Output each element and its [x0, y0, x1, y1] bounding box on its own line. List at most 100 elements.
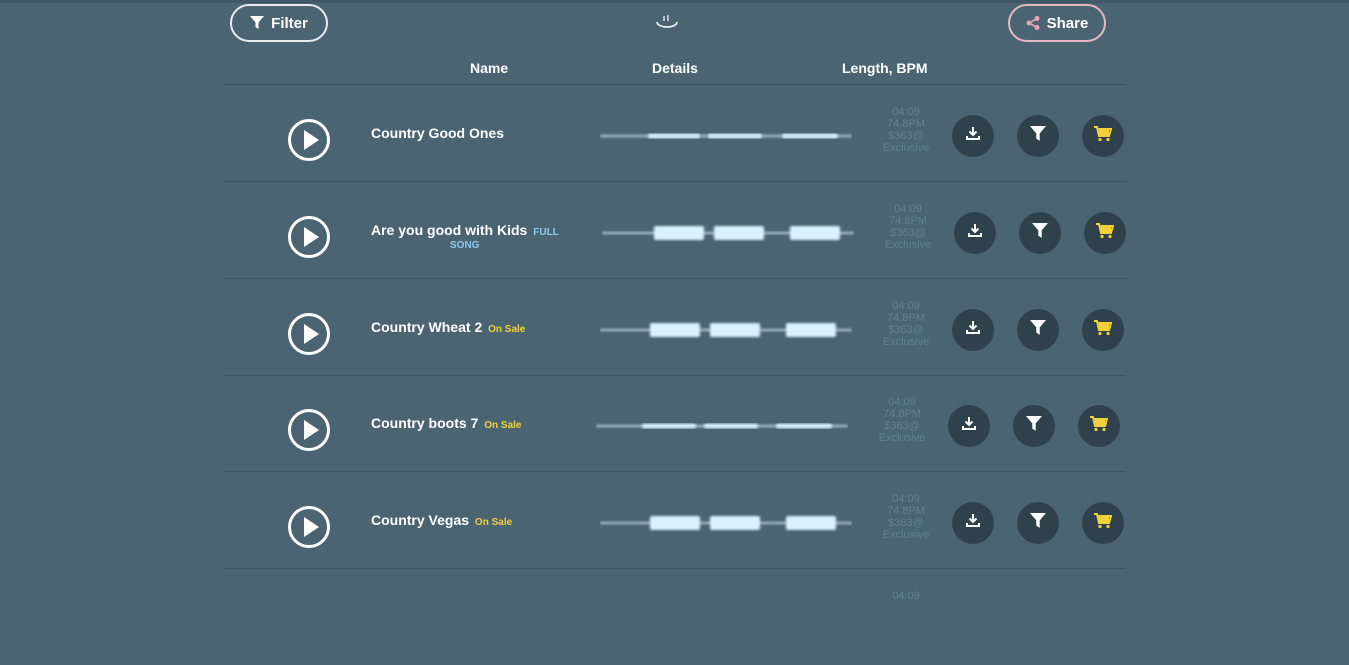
- track-title[interactable]: Country Vegas On Sale: [371, 512, 512, 528]
- track-tag: On Sale: [488, 324, 526, 335]
- track-meta: 04:09 74.8PM $363@ Exclusive: [870, 300, 942, 348]
- track-row: Country Good Ones 04:09 74.8PM $363@ Exclusi…: [224, 85, 1126, 181]
- filter-icon: [1030, 125, 1046, 147]
- column-header-details: Details: [652, 60, 698, 76]
- add-to-cart-button[interactable]: [1082, 502, 1124, 544]
- track-row: Country Wheat 2 On Sale 04:09 74.8PM $363@ E…: [224, 279, 1126, 375]
- track-length: 04:09: [892, 300, 920, 312]
- track-title-text: Are you good with Kids: [371, 222, 528, 238]
- filter-icon: [1032, 222, 1048, 244]
- play-button[interactable]: [288, 119, 330, 161]
- download-icon: [965, 320, 981, 341]
- filter-similar-button[interactable]: [1017, 309, 1059, 351]
- column-header-length-bpm: Length, BPM: [842, 60, 928, 76]
- track-title[interactable]: Country boots 7 On Sale: [371, 415, 521, 431]
- play-icon: [304, 420, 319, 440]
- track-title-text: Country Vegas: [371, 512, 470, 528]
- filter-icon: [250, 16, 265, 29]
- track-title[interactable]: Country Wheat 2 On Sale: [371, 319, 525, 335]
- top-border: [0, 0, 1349, 3]
- filter-icon: [1026, 415, 1042, 437]
- track-meta: 04:09: [870, 590, 942, 602]
- filter-similar-button[interactable]: [1017, 115, 1059, 157]
- track-meta: 04:09 74.8PM $363@ Exclusive: [870, 493, 942, 541]
- track-title-text: Country Good Ones: [371, 125, 504, 141]
- cart-icon: [1094, 512, 1113, 534]
- track-bpm: 74.8PM: [883, 408, 921, 420]
- download-icon: [967, 223, 983, 244]
- track-license: Exclusive: [884, 239, 932, 251]
- waveform[interactable]: [596, 413, 848, 439]
- download-button[interactable]: [948, 405, 990, 447]
- track-row: Country boots 7 On Sale 04:09 74.8PM $363@ E…: [224, 375, 1126, 471]
- filter-button[interactable]: Filter: [230, 4, 328, 42]
- track-length: 04:09: [894, 203, 922, 215]
- track-title[interactable]: Are you good with Kids FULL: [371, 222, 559, 238]
- track-bpm: 74.8PM: [889, 215, 927, 227]
- play-icon: [304, 130, 319, 150]
- play-icon: [304, 324, 319, 344]
- track-length: 04:09: [892, 106, 920, 118]
- play-icon: [304, 517, 319, 537]
- track-title-text: Country boots 7: [371, 415, 479, 431]
- share-button[interactable]: Share: [1008, 4, 1106, 42]
- cart-icon: [1094, 319, 1113, 341]
- add-to-cart-button[interactable]: [1082, 115, 1124, 157]
- column-header-name: Name: [470, 60, 509, 76]
- download-button[interactable]: [952, 115, 994, 157]
- play-button[interactable]: [288, 216, 330, 258]
- add-to-cart-button[interactable]: [1078, 405, 1120, 447]
- track-tag-line2: SONG: [450, 240, 480, 251]
- track-meta: 04:09 74.8PM $363@ Exclusive: [866, 396, 938, 444]
- download-icon: [961, 416, 977, 437]
- download-button[interactable]: [952, 309, 994, 351]
- track-row: 04:09: [224, 569, 1126, 665]
- share-button-label: Share: [1046, 14, 1089, 32]
- track-license: Exclusive: [882, 142, 930, 154]
- track-length: 04:09: [892, 590, 920, 602]
- filter-button-label: Filter: [271, 14, 308, 32]
- track-tag: On Sale: [484, 420, 522, 431]
- cart-icon: [1090, 415, 1109, 437]
- track-title[interactable]: Country Good Ones: [371, 125, 504, 141]
- cart-icon: [1096, 222, 1115, 244]
- filter-similar-button[interactable]: [1019, 212, 1061, 254]
- waveform[interactable]: [600, 123, 852, 149]
- cart-icon: [1094, 125, 1113, 147]
- play-button[interactable]: [288, 409, 330, 451]
- play-button[interactable]: [288, 506, 330, 548]
- track-tag: FULL: [533, 227, 559, 238]
- track-title-text: Country Wheat 2: [371, 319, 483, 335]
- track-price: $363@: [890, 227, 926, 239]
- track-length: 04:09: [888, 396, 916, 408]
- track-meta: 04:09 74.8PM $363@ Exclusive: [870, 106, 942, 154]
- track-price: $363@: [888, 517, 924, 529]
- filter-icon: [1030, 319, 1046, 341]
- track-license: Exclusive: [882, 336, 930, 348]
- add-to-cart-button[interactable]: [1084, 212, 1126, 254]
- track-license: Exclusive: [882, 529, 930, 541]
- download-button[interactable]: [952, 502, 994, 544]
- download-button[interactable]: [954, 212, 996, 254]
- track-price: $363@: [888, 130, 924, 142]
- track-meta: 04:09 74.8PM $363@ Exclusive: [872, 203, 944, 251]
- play-icon: [304, 227, 319, 247]
- filter-icon: [1030, 512, 1046, 534]
- spinner-icon: [656, 15, 678, 28]
- track-row: Country Vegas On Sale 04:09 74.8PM $363@ Exc…: [224, 472, 1126, 568]
- add-to-cart-button[interactable]: [1082, 309, 1124, 351]
- download-icon: [965, 126, 981, 147]
- filter-similar-button[interactable]: [1013, 405, 1055, 447]
- waveform[interactable]: [600, 317, 852, 343]
- track-tag: On Sale: [474, 517, 513, 528]
- track-bpm: 74.8PM: [887, 505, 925, 517]
- waveform[interactable]: [602, 220, 854, 246]
- share-icon: [1026, 16, 1040, 30]
- play-button[interactable]: [288, 313, 330, 355]
- filter-similar-button[interactable]: [1017, 502, 1059, 544]
- track-price: $363@: [884, 420, 920, 432]
- waveform[interactable]: [600, 510, 852, 536]
- track-bpm: 74.8PM: [887, 118, 925, 130]
- track-length: 04:09: [892, 493, 920, 505]
- track-license: Exclusive: [878, 432, 926, 444]
